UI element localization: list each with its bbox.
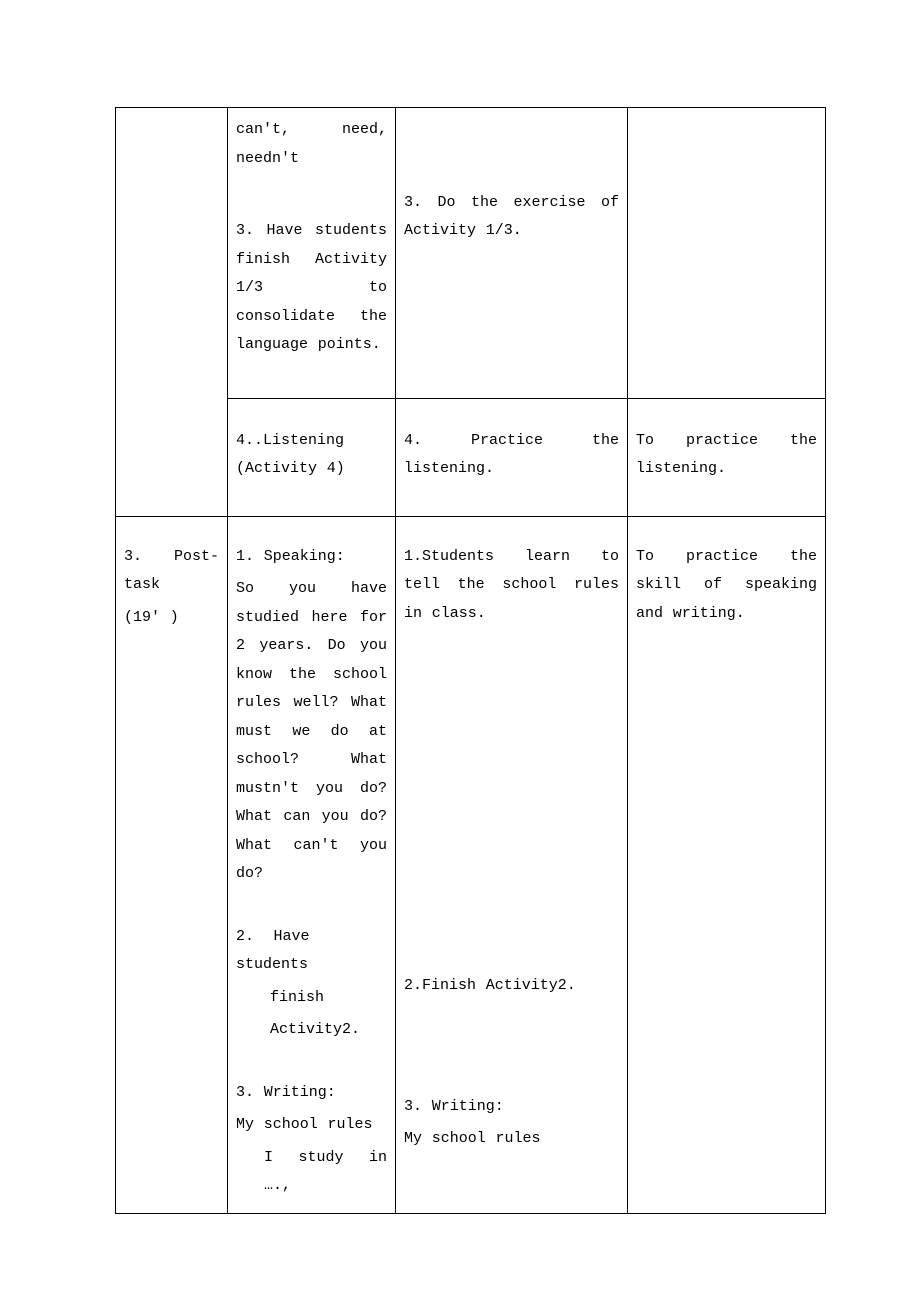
text-line: 2. Have students (236, 923, 387, 980)
text-line: 3. Writing: (404, 1093, 619, 1122)
teacher-activity-cell: 1. Speaking: So you have studied here fo… (228, 516, 396, 1213)
text-line: 3. Have students finish Activity 1/3 to … (236, 217, 387, 360)
text-line: My school rules (404, 1125, 619, 1154)
text-line: To practice the skill of speaking and wr… (636, 543, 817, 629)
text-line: So you have studied here for 2 years. Do… (236, 575, 387, 889)
text-line: I study in …., (236, 1144, 387, 1201)
text-line: 4..Listening (Activity 4) (236, 427, 387, 484)
purpose-cell: To practice the skill of speaking and wr… (628, 516, 826, 1213)
text-line: can't, need, needn't (236, 116, 387, 173)
table-row: can't, need, needn't 3. Have students fi… (116, 108, 826, 399)
text-line: 1.Students learn to tell the school rule… (404, 543, 619, 629)
text-line: Activity2. (236, 1016, 387, 1045)
text-line: 1. Speaking: (236, 543, 387, 572)
student-activity-cell: 4. Practice the listening. (396, 398, 628, 516)
text-line: 4. Practice the listening. (404, 427, 619, 484)
purpose-cell (628, 108, 826, 399)
teacher-activity-cell: 4..Listening (Activity 4) (228, 398, 396, 516)
text-line: 3. Post-task (124, 543, 219, 600)
text-line: 2.Finish Activity2. (404, 972, 619, 1001)
teacher-activity-cell: can't, need, needn't 3. Have students fi… (228, 108, 396, 399)
lesson-plan-table: can't, need, needn't 3. Have students fi… (115, 107, 826, 1214)
stage-cell: 3. Post-task (19' ) (116, 516, 228, 1213)
text-line: My school rules (236, 1111, 387, 1140)
text-line: (19' ) (124, 604, 219, 633)
text-line: 3. Do the exercise of Activity 1/3. (404, 189, 619, 246)
stage-cell (116, 108, 228, 517)
purpose-cell: To practice the listening. (628, 398, 826, 516)
student-activity-cell: 3. Do the exercise of Activity 1/3. (396, 108, 628, 399)
student-activity-cell: 1.Students learn to tell the school rule… (396, 516, 628, 1213)
text-line: 3. Writing: (236, 1079, 387, 1108)
document-page: can't, need, needn't 3. Have students fi… (0, 0, 920, 1302)
text-line: finish (236, 984, 387, 1013)
table-row: 3. Post-task (19' ) 1. Speaking: So you … (116, 516, 826, 1213)
text-line: To practice the listening. (636, 427, 817, 484)
